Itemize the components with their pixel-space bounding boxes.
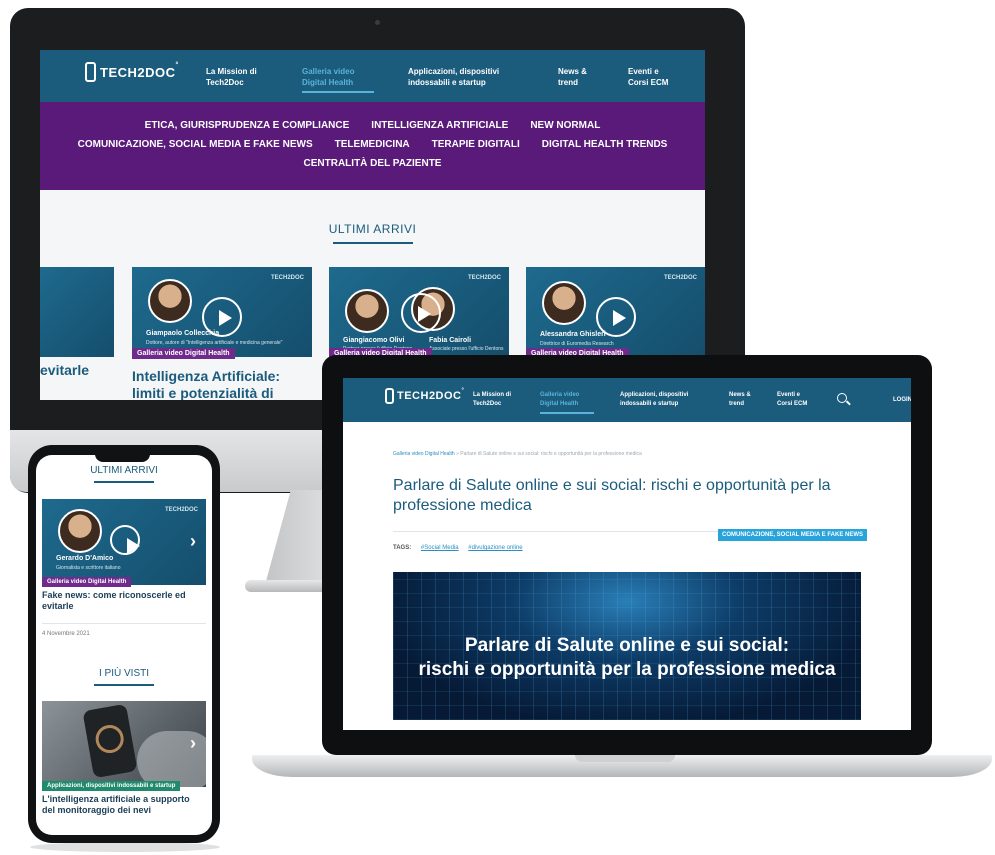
phone-section-title-latest: ULTIMI ARRIVI	[90, 465, 158, 476]
video-thumbnail[interactable]	[40, 267, 114, 357]
category-communication[interactable]: COMUNICAZIONE, SOCIAL MEDIA E FAKE NEWS	[78, 139, 313, 150]
login-link[interactable]: LOGIN	[893, 396, 911, 405]
card-title[interactable]: Intelligenza Artificiale: limiti e poten…	[132, 368, 312, 400]
category-bar: ETICA, GIURISPRUDENZA E COMPLIANCE INTEL…	[40, 102, 705, 190]
nav-events[interactable]: Eventi e Corsi ECM	[628, 66, 678, 88]
breadcrumb: Galleria video Digital Health » Parlare …	[393, 451, 642, 457]
hero-image: Parlare di Salute online e sui social: r…	[393, 572, 861, 720]
laptop-screen: TECH2DOC ° La Mission di Tech2Doc Galler…	[343, 378, 911, 730]
card-title[interactable]: L'intelligenza artificiale a supporto de…	[42, 794, 202, 816]
divider	[42, 623, 206, 624]
avatar	[148, 279, 192, 323]
section-underline	[94, 481, 154, 483]
person-name: Fabia Cairoli	[429, 337, 472, 344]
nav-applications[interactable]: Applicazioni, dispositivi indossabili e …	[620, 391, 706, 409]
nav-video-gallery[interactable]: Galleria video Digital Health	[302, 66, 374, 93]
chevron-right-icon[interactable]: ›	[190, 733, 196, 754]
desktop-logo[interactable]: TECH2DOC °	[85, 62, 179, 82]
chevron-right-icon[interactable]: ›	[190, 531, 196, 552]
person-role: Dottore, autore di "Intelligenza artific…	[146, 340, 283, 346]
category-tag[interactable]: Galleria video Digital Health	[42, 577, 132, 587]
video-thumbnail[interactable]: TECH2DOC Giampaolo Collecchia Dottore, a…	[132, 267, 312, 357]
thumb-brand: TECH2DOC	[467, 275, 501, 281]
desktop-screen: TECH2DOC ° La Mission di Tech2Doc Galler…	[40, 50, 705, 400]
nav-mission[interactable]: La Mission di Tech2Doc	[206, 66, 276, 88]
stethoscope-icon	[85, 62, 96, 82]
category-digital-therapies[interactable]: TERAPIE DIGITALI	[432, 139, 520, 150]
publish-date: 4 Novembre 2021	[42, 631, 90, 637]
nav-video-gallery[interactable]: Galleria video Digital Health	[540, 391, 594, 414]
phone-section-title-most-viewed: I PIÙ VISTI	[98, 668, 149, 679]
video-thumbnail[interactable]: TECH2DOC Gerardo D'Amico Giornalista e s…	[42, 499, 206, 585]
laptop-nav-bar: TECH2DOC ° La Mission di Tech2Doc Galler…	[343, 378, 911, 422]
nav-mission[interactable]: La Mission di Tech2Doc	[473, 391, 521, 409]
category-digital-health-trends[interactable]: DIGITAL HEALTH TRENDS	[542, 139, 668, 150]
monitor-camera	[375, 20, 380, 25]
article-title: Parlare di Salute online e sui social: r…	[393, 477, 831, 514]
logo-text: TECH2DOC	[100, 64, 176, 80]
category-telemedicine[interactable]: TELEMEDICINA	[335, 139, 410, 150]
nav-applications[interactable]: Applicazioni, dispositivi indossabili e …	[408, 66, 526, 88]
tags-row: TAGS: #Social Media #divulgazione online	[393, 545, 523, 551]
avatar	[542, 281, 586, 325]
logo-text: TECH2DOC	[397, 390, 462, 402]
hero-caption: Parlare di Salute online e sui social: r…	[418, 635, 836, 680]
stethoscope-icon	[385, 388, 394, 404]
tags-label: TAGS:	[393, 545, 412, 551]
phone-shadow	[30, 842, 220, 852]
video-thumbnail[interactable]: TECH2DOC Alessandra Ghisleri Direttrice …	[526, 267, 705, 357]
avatar	[58, 509, 102, 553]
thumb-brand: TECH2DOC	[270, 275, 304, 281]
person-name: Giangiacomo Olivi	[343, 337, 405, 344]
person-role: Direttrice di Euromedia Research	[540, 341, 614, 347]
play-icon[interactable]	[401, 293, 441, 333]
watch-dial	[93, 722, 126, 756]
thumb-brand: TECH2DOC	[164, 507, 198, 513]
logo-tm: °	[461, 388, 465, 394]
logo-tm: °	[175, 62, 179, 69]
section-title-latest: ULTIMI ARRIVI	[328, 222, 417, 236]
smartwatch-image[interactable]: ›	[42, 701, 206, 787]
breadcrumb-link[interactable]: Galleria video Digital Health	[393, 451, 455, 457]
laptop-logo[interactable]: TECH2DOC °	[385, 388, 464, 404]
laptop-notch	[575, 755, 675, 762]
category-tag[interactable]: Galleria video Digital Health	[132, 348, 235, 359]
avatar	[345, 289, 389, 333]
category-patient-centrality[interactable]: CENTRALITÀ DEL PAZIENTE	[304, 158, 442, 169]
search-icon[interactable]	[837, 393, 847, 403]
thumb-brand: TECH2DOC	[663, 275, 697, 281]
watch-device	[82, 703, 138, 779]
play-icon[interactable]	[110, 525, 140, 555]
category-ai[interactable]: INTELLIGENZA ARTIFICIALE	[371, 120, 508, 131]
phone-notch	[95, 452, 150, 462]
person-name: Alessandra Ghisleri	[540, 331, 606, 338]
section-underline	[332, 242, 413, 244]
person-name: Giampaolo Collecchia	[146, 330, 220, 337]
video-thumbnail[interactable]: TECH2DOC Giangiacomo Olivi Partner press…	[329, 267, 509, 357]
category-tag[interactable]: Applicazioni, dispositivi indossabili e …	[42, 781, 181, 791]
person-name: Gerardo D'Amico	[56, 555, 114, 562]
category-new-normal[interactable]: NEW NORMAL	[530, 120, 600, 131]
desktop-nav-bar: TECH2DOC ° La Mission di Tech2Doc Galler…	[40, 50, 705, 102]
breadcrumb-current: Parlare di Salute online e sui social: r…	[460, 451, 642, 457]
person-role: Associate presso l'ufficio Dentons	[429, 346, 504, 352]
category-ethics[interactable]: ETICA, GIURISPRUDENZA E COMPLIANCE	[145, 120, 350, 131]
nav-news[interactable]: News & trend	[729, 391, 757, 409]
card-title[interactable]: Fake news: come riconoscerle ed evitarle	[42, 590, 202, 612]
card-title[interactable]: evitarle	[40, 362, 114, 379]
nav-events[interactable]: Eventi e Corsi ECM	[777, 391, 815, 409]
nav-news[interactable]: News & trend	[558, 66, 592, 88]
tag-link[interactable]: #Social Media	[421, 545, 459, 551]
section-underline	[94, 684, 154, 686]
phone-screen: ULTIMI ARRIVI TECH2DOC Gerardo D'Amico G…	[36, 455, 212, 835]
category-badge[interactable]: COMUNICAZIONE, SOCIAL MEDIA E FAKE NEWS	[718, 529, 868, 541]
tag-link[interactable]: #divulgazione online	[468, 545, 522, 551]
person-role: Giornalista e scrittore italiano	[56, 565, 121, 571]
